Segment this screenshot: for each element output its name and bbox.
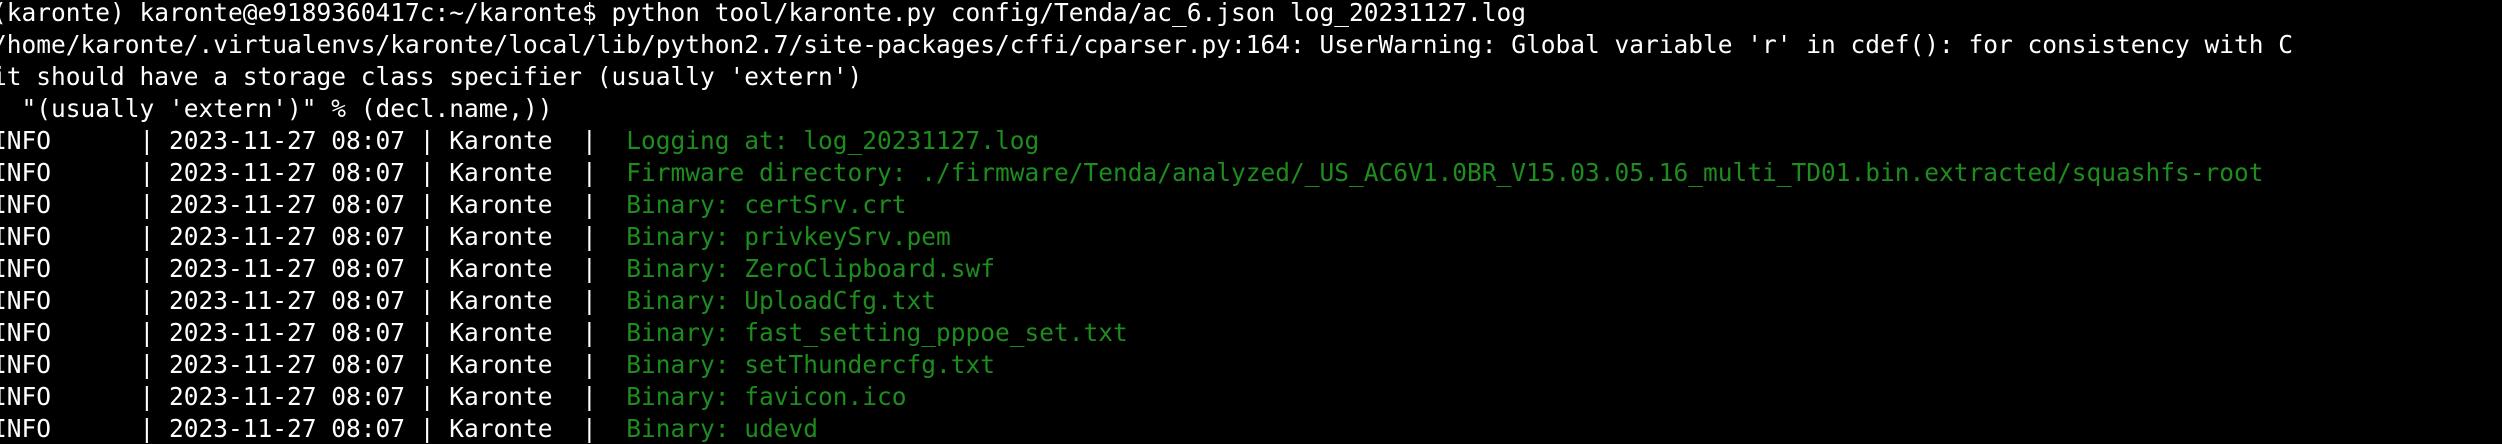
- log-row: INFO | 2023-11-27 08:07 | Karonte | Bina…: [0, 317, 2293, 349]
- log-prefix: INFO | 2023-11-27 08:07 | Karonte |: [0, 286, 627, 315]
- log-row: INFO | 2023-11-27 08:07 | Karonte | Bina…: [0, 189, 2293, 221]
- log-prefix: INFO | 2023-11-27 08:07 | Karonte |: [0, 126, 627, 155]
- log-message: Binary: setThundercfg.txt: [626, 350, 996, 379]
- log-prefix: INFO | 2023-11-27 08:07 | Karonte |: [0, 222, 627, 251]
- log-prefix: INFO | 2023-11-27 08:07 | Karonte |: [0, 318, 627, 347]
- log-message: Binary: fast_setting_pppoe_set.txt: [626, 318, 1128, 347]
- log-message: Binary: privkeySrv.pem: [626, 222, 951, 251]
- log-row: INFO | 2023-11-27 08:07 | Karonte | Bina…: [0, 221, 2293, 253]
- log-row: INFO | 2023-11-27 08:07 | Karonte | Logg…: [0, 125, 2293, 157]
- warning-line: "(usually 'extern')" % (decl.name,)): [0, 94, 553, 123]
- log-row: INFO | 2023-11-27 08:07 | Karonte | Bina…: [0, 253, 2293, 285]
- log-prefix: INFO | 2023-11-27 08:07 | Karonte |: [0, 254, 627, 283]
- log-message: Binary: ZeroClipboard.swf: [626, 254, 996, 283]
- log-prefix: INFO | 2023-11-27 08:07 | Karonte |: [0, 158, 627, 187]
- log-prefix: INFO | 2023-11-27 08:07 | Karonte |: [0, 190, 627, 219]
- log-prefix: INFO | 2023-11-27 08:07 | Karonte |: [0, 414, 627, 443]
- log-row: INFO | 2023-11-27 08:07 | Karonte | Bina…: [0, 285, 2293, 317]
- log-message: Logging at: log_20231127.log: [626, 126, 1040, 155]
- shell-command: python tool/karonte.py config/Tenda/ac_6…: [611, 0, 1527, 27]
- terminal-output: (karonte) karonte@e9189360417c:~/karonte…: [0, 0, 2293, 444]
- warning-line: it should have a storage class specifier…: [0, 62, 863, 91]
- log-message: Binary: certSrv.crt: [626, 190, 907, 219]
- log-row: INFO | 2023-11-27 08:07 | Karonte | Bina…: [0, 381, 2293, 413]
- shell-prompt: (karonte) karonte@e9189360417c:~/karonte…: [0, 0, 612, 27]
- command-line: (karonte) karonte@e9189360417c:~/karonte…: [0, 0, 2293, 29]
- log-row: INFO | 2023-11-27 08:07 | Karonte | Bina…: [0, 349, 2293, 381]
- warning-line: /home/karonte/.virtualenvs/karonte/local…: [0, 30, 2294, 59]
- log-message: Firmware directory: ./firmware/Tenda/ana…: [626, 158, 2264, 187]
- log-prefix: INFO | 2023-11-27 08:07 | Karonte |: [0, 382, 627, 411]
- terminal-window[interactable]: (karonte) karonte@e9189360417c:~/karonte…: [0, 0, 2502, 444]
- log-message: Binary: favicon.ico: [626, 382, 907, 411]
- log-row: INFO | 2023-11-27 08:07 | Karonte | Bina…: [0, 413, 2293, 444]
- log-message: Binary: udevd: [626, 414, 819, 443]
- log-prefix: INFO | 2023-11-27 08:07 | Karonte |: [0, 350, 627, 379]
- log-row: INFO | 2023-11-27 08:07 | Karonte | Firm…: [0, 157, 2293, 189]
- log-message: Binary: UploadCfg.txt: [626, 286, 937, 315]
